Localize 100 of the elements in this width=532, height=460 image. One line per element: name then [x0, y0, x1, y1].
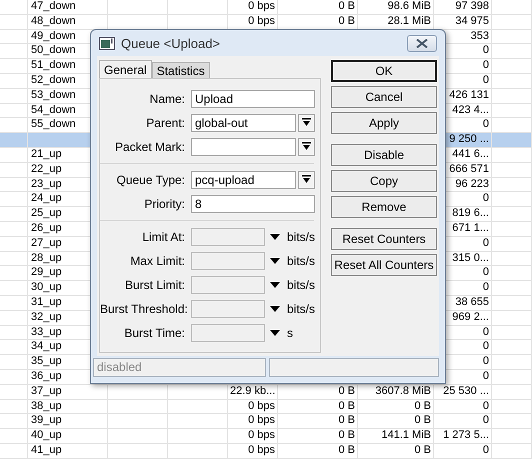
table-cell: 0	[482, 370, 489, 382]
input-field[interactable]	[191, 300, 265, 318]
input-field[interactable]	[191, 228, 265, 246]
table-cell-text: 30_up	[31, 281, 63, 295]
table-cell: 0 B	[338, 414, 355, 426]
table-cell-text: 33_up	[31, 326, 63, 340]
table-cell: 315 0...	[452, 252, 489, 264]
table-cell-text: 51_down	[31, 59, 77, 73]
table-cell-text: 41_up	[31, 444, 63, 458]
field-label: Name:	[148, 92, 186, 106]
field-label: Max Limit:	[129, 254, 186, 268]
dropdown-button[interactable]	[298, 138, 315, 156]
dialog-button[interactable]: Disable	[331, 144, 437, 166]
dropdown-button[interactable]	[298, 114, 315, 132]
table-cell: 25 530 ...	[443, 384, 489, 397]
input-field[interactable]	[191, 324, 265, 342]
table-cell: 423 4...	[452, 104, 489, 116]
table-cell-text: 24_up	[31, 192, 63, 206]
table-cell: 97 398	[455, 0, 489, 12]
table-cell-text: 47_down	[31, 0, 77, 14]
table-cell: 0 bps	[248, 414, 275, 426]
dropdown-arrow-icon	[270, 258, 280, 264]
field-label: Burst Threshold:	[100, 302, 189, 316]
dropdown-field[interactable]: global-out	[191, 114, 296, 132]
dialog-button[interactable]: OK	[331, 60, 437, 82]
table-cell-text: 49_down	[31, 30, 77, 44]
table-cell-text: 21_up	[31, 148, 63, 162]
table-cell: 38 655	[455, 296, 489, 308]
dropdown-field[interactable]: pcq-upload	[191, 171, 296, 189]
table-cell-text: 23_up	[31, 178, 63, 192]
tab[interactable]: General	[99, 60, 152, 78]
table-cell: 441 6...	[452, 148, 489, 160]
table-cell: 96 223	[455, 178, 489, 190]
table-cell: 1 273 5...	[443, 429, 489, 442]
table-cell-text: 55_down	[31, 118, 77, 132]
table-cell: 0	[482, 44, 489, 56]
table-cell: 0 B	[338, 14, 355, 27]
text-field[interactable]: Upload	[191, 90, 315, 108]
table-row[interactable]: 41_up 0 bps 0 B 0 B 0	[0, 444, 532, 459]
dialog-button[interactable]: Remove	[331, 196, 437, 218]
table-row[interactable]: 39_up 0 bps 0 B 0 B 0	[0, 414, 532, 430]
table-cell: 0 B	[338, 0, 355, 12]
table-cell-text: 28_up	[31, 252, 63, 266]
close-button[interactable]	[407, 34, 437, 52]
table-cell: 3607.8 MiB	[375, 384, 431, 397]
table-cell-text: 26_up	[31, 222, 63, 236]
dropdown-arrow-icon	[270, 306, 280, 312]
unit-label: bits/s	[287, 302, 316, 316]
table-cell: 0 B	[338, 384, 355, 397]
dropdown-arrow-icon	[302, 142, 311, 152]
table-cell: 0 B	[338, 444, 355, 456]
table-row[interactable]: 40_up 0 bps 0 B 141.1 MiB 1 273 5...	[0, 429, 532, 444]
table-cell: 426 131	[449, 88, 489, 101]
table-cell: 0 bps	[248, 14, 275, 27]
table-cell: 34 975	[455, 14, 489, 27]
window-title: Queue <Upload>	[121, 36, 220, 50]
table-cell: 969 2...	[452, 310, 489, 323]
field-label: Queue Type:	[116, 173, 186, 187]
dropdown-field[interactable]	[191, 138, 296, 156]
dropdown-arrow-icon	[270, 234, 280, 240]
field-label: Priority:	[143, 197, 186, 211]
window-icon	[99, 36, 115, 50]
field-label: Packet Mark:	[114, 140, 186, 154]
field-label: Limit At:	[141, 230, 186, 244]
dropdown-button[interactable]	[298, 171, 315, 189]
table-cell-text: 37_up	[31, 384, 63, 399]
table-cell-text: 52_down	[31, 74, 77, 88]
table-cell: 819 6...	[452, 207, 489, 220]
tab[interactable]: Statistics	[152, 62, 210, 78]
table-cell: 0	[482, 266, 489, 278]
table-cell: 0	[482, 400, 489, 412]
dropdown-arrow-icon	[270, 282, 280, 288]
table-cell: 671 1...	[452, 222, 489, 234]
table-cell-text: 40_up	[31, 429, 63, 443]
dialog-button[interactable]: Copy	[331, 170, 437, 192]
table-cell: 0	[482, 192, 489, 204]
dialog-button[interactable]: Apply	[331, 112, 437, 134]
unit-label: s	[287, 326, 293, 340]
input-field[interactable]	[191, 252, 265, 270]
table-cell: 0 bps	[248, 400, 275, 412]
table-cell-text: 39_up	[31, 414, 63, 428]
table-row[interactable]: 38_up 0 bps 0 B 0 B 0	[0, 400, 532, 414]
input-field[interactable]	[191, 276, 265, 294]
dialog-button[interactable]: Reset All Counters	[331, 254, 437, 276]
table-cell: 0 bps	[248, 429, 275, 442]
table-cell: 0	[482, 74, 489, 86]
text-field[interactable]: 8	[191, 195, 315, 213]
table-cell-text: 50_down	[31, 44, 77, 58]
dialog-button[interactable]: Cancel	[331, 86, 437, 108]
table-row[interactable]: 47_down 0 bps 0 B 98.6 MiB 97 398	[0, 0, 532, 15]
dialog-button[interactable]: Reset Counters	[331, 228, 437, 250]
table-cell: 0 bps	[248, 444, 275, 456]
dropdown-arrow-icon	[270, 330, 280, 336]
table-cell-text: 48_down	[31, 14, 77, 29]
table-cell: 9 250 ...	[449, 133, 489, 146]
unit-label: bits/s	[287, 278, 316, 292]
table-cell-text: 34_up	[31, 340, 63, 354]
table-cell: 28.1 MiB	[388, 14, 431, 27]
unit-label: bits/s	[287, 230, 316, 244]
table-cell: 0	[482, 236, 489, 249]
